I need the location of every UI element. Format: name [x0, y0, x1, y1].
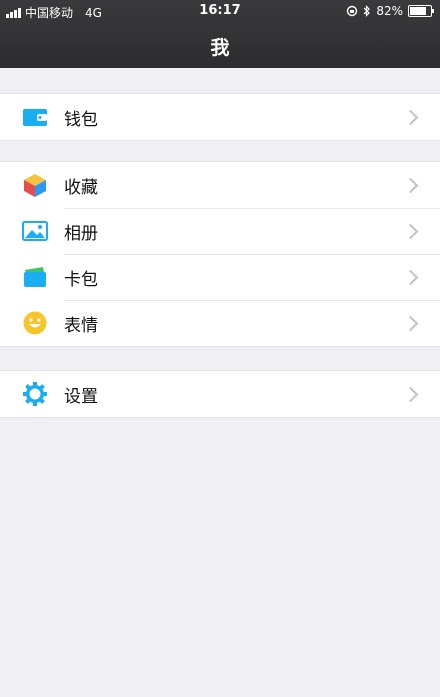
- menu-item-label: 表情: [64, 315, 98, 336]
- chevron-right-icon: [402, 109, 419, 125]
- chevron-right-icon: [402, 269, 419, 285]
- battery-percent: 82%: [376, 4, 403, 18]
- bluetooth-icon: [363, 5, 371, 17]
- menu-item-wallet[interactable]: 钱包: [0, 94, 440, 140]
- card-pack-icon: [22, 264, 48, 290]
- menu-item-card-pack[interactable]: 卡包: [0, 254, 440, 300]
- status-right: 82%: [346, 4, 434, 18]
- collection-group: 收藏 相册 卡包 表情: [0, 161, 440, 347]
- emoji-icon: [22, 310, 48, 336]
- menu-item-label: 收藏: [64, 177, 98, 198]
- settings-gear-icon: [22, 381, 48, 407]
- menu-item-label: 相册: [64, 223, 98, 244]
- battery-fill: [410, 7, 427, 15]
- menu-item-label: 卡包: [64, 269, 98, 290]
- top-header: 中国移动 4G 16:17 82% 我: [0, 0, 440, 68]
- wallet-group: 钱包: [0, 93, 440, 141]
- settings-group: 设置: [0, 370, 440, 418]
- menu-item-emoji[interactable]: 表情: [0, 300, 440, 346]
- menu-item-settings[interactable]: 设置: [0, 371, 440, 417]
- menu-item-label: 钱包: [64, 109, 98, 130]
- wallet-icon: [22, 104, 48, 130]
- page-title: 我: [210, 37, 230, 59]
- menu-item-label: 设置: [64, 386, 98, 407]
- rotation-lock-icon: [347, 5, 358, 17]
- menu-item-album[interactable]: 相册: [0, 208, 440, 254]
- battery-icon: [408, 5, 434, 17]
- chevron-right-icon: [402, 177, 419, 193]
- status-bar: 中国移动 4G 16:17 82%: [0, 0, 440, 24]
- chevron-right-icon: [402, 315, 419, 331]
- chevron-right-icon: [402, 223, 419, 239]
- album-icon: [22, 218, 48, 244]
- chevron-right-icon: [402, 386, 419, 402]
- menu-item-favorites[interactable]: 收藏: [0, 162, 440, 208]
- favorites-cube-icon: [22, 172, 48, 198]
